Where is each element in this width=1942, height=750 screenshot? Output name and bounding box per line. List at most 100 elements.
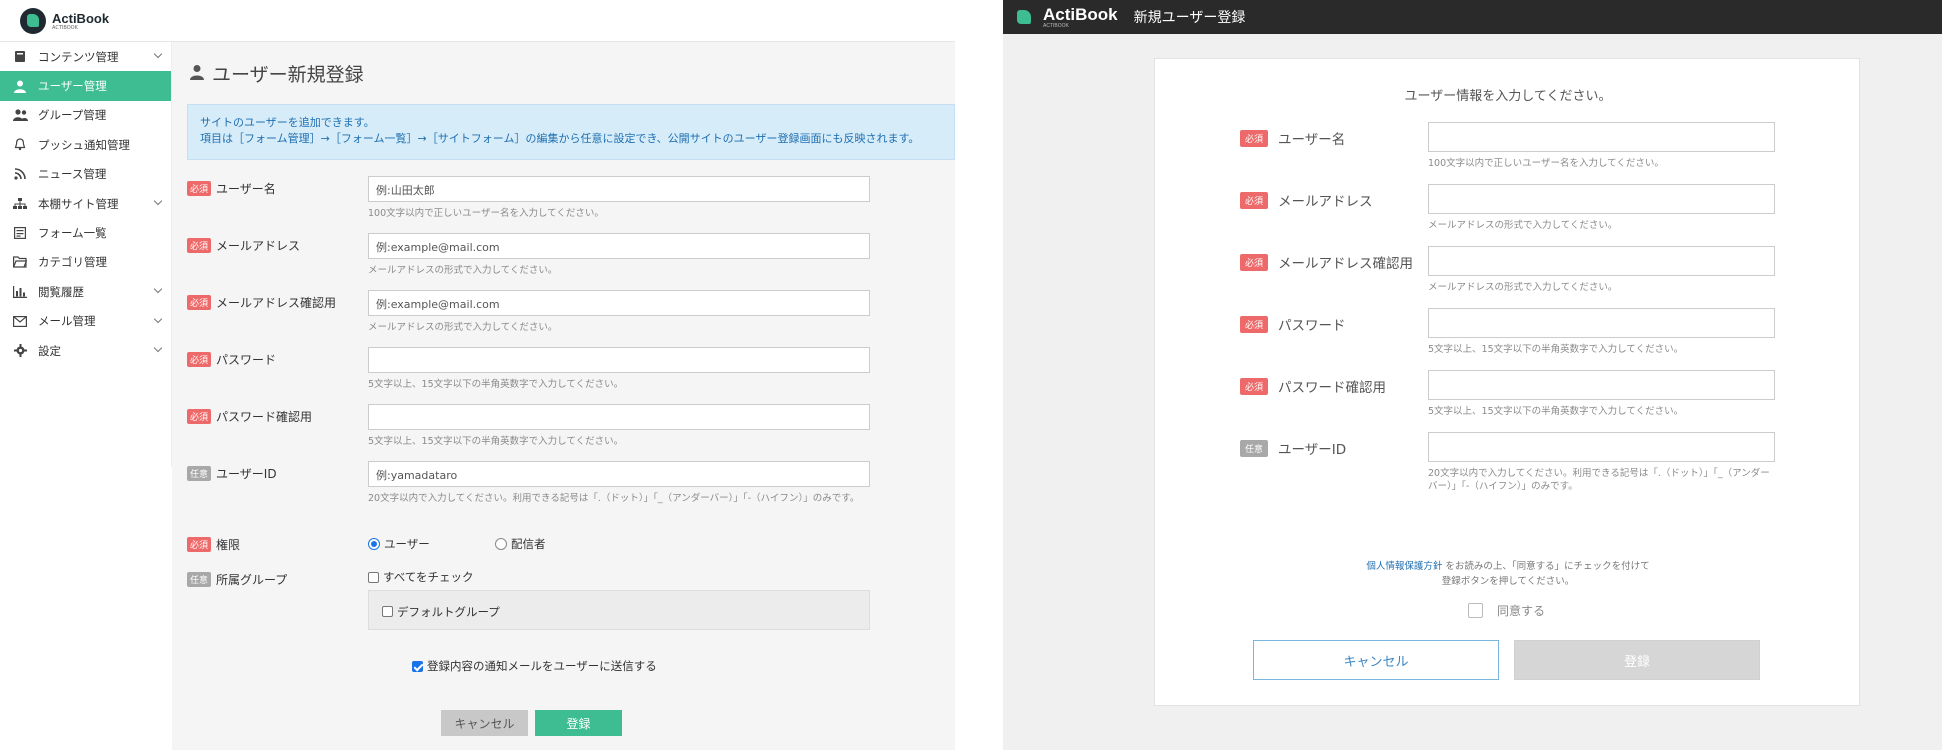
- notify-email-checkbox[interactable]: 登録内容の通知メールをユーザーに送信する: [412, 658, 657, 674]
- field-label: ユーザーID: [216, 467, 277, 481]
- field-help: 5文字以上、15文字以下の半角英数字で入力してください。: [368, 436, 624, 447]
- chevron-down-icon[interactable]: [153, 314, 163, 323]
- email-input[interactable]: [1428, 184, 1775, 214]
- logo-mark-icon: [20, 8, 46, 34]
- header-title: 新規ユーザー登録: [1133, 10, 1246, 26]
- user-id-input[interactable]: 例:yamadataro: [368, 461, 870, 487]
- radio-selected-icon: [368, 538, 380, 550]
- password-input[interactable]: [1428, 308, 1775, 338]
- field-help: 20文字以内で入力してください。利用できる記号は「.（ドット）」「_（アンダーバ…: [368, 493, 860, 504]
- privacy-notice-line-2: 登録ボタンを押してください。: [1441, 576, 1575, 587]
- chevron-down-icon[interactable]: [153, 49, 163, 59]
- field-label: ユーザー名: [1278, 132, 1346, 148]
- chevron-down-icon[interactable]: [153, 196, 163, 206]
- sidebar-item[interactable]: カテゴリ管理: [0, 248, 171, 277]
- role-radio-user[interactable]: ユーザー: [368, 536, 430, 552]
- field-help: メールアドレスの形式で入力してください。: [1428, 220, 1618, 231]
- field-label: パスワード確認用: [1278, 380, 1387, 396]
- sidebar-item-label: 閲覧履歴: [38, 284, 84, 299]
- mail-icon: [12, 314, 28, 328]
- sidebar-item-label: プッシュ通知管理: [38, 137, 130, 152]
- sidebar-item[interactable]: メール管理: [0, 307, 171, 336]
- checkbox-icon: [1468, 603, 1483, 618]
- field-label: 権限: [216, 538, 241, 552]
- password-confirm-input[interactable]: [1428, 370, 1775, 400]
- agree-checkbox[interactable]: 同意する: [1468, 602, 1545, 619]
- email-confirm-input[interactable]: [1428, 246, 1775, 276]
- sidebar-item-label: フォーム一覧: [38, 226, 107, 241]
- privacy-policy-link[interactable]: 個人情報保護方針: [1366, 561, 1442, 572]
- required-badge: 必須: [187, 181, 212, 196]
- sidebar-item[interactable]: フォーム一覧: [0, 218, 171, 247]
- chart-icon: [12, 285, 28, 299]
- actibook-logo[interactable]: ActiBook ACTIBOOK: [20, 8, 109, 34]
- privacy-notice: 個人情報保護方針 をお読みの上、「同意する」にチェックを付けて 登録ボタンを押し…: [1155, 559, 1861, 589]
- user-icon: [190, 63, 204, 85]
- sitemap-icon: [12, 197, 28, 211]
- privacy-notice-line-1: をお読みの上、「同意する」にチェックを付けて: [1445, 561, 1650, 572]
- sidebar-item[interactable]: ニュース管理: [0, 160, 171, 189]
- field-help: メールアドレスの形式で入力してください。: [368, 265, 558, 276]
- sidebar-item[interactable]: 本棚サイト管理: [0, 189, 171, 218]
- sidebar-item[interactable]: グループ管理: [0, 101, 171, 130]
- actibook-logo[interactable]: ActiBook ACTIBOOK: [1011, 3, 1118, 31]
- sidebar-item[interactable]: コンテンツ管理: [0, 42, 171, 71]
- field-help: メールアドレスの形式で入力してください。: [1428, 282, 1618, 293]
- form-icon: [12, 226, 28, 240]
- user-id-input[interactable]: [1428, 432, 1775, 462]
- rss-icon: [12, 167, 28, 181]
- optional-badge: 任意: [187, 466, 212, 481]
- password-confirm-input[interactable]: [368, 404, 870, 430]
- checkbox-label: すべてをチェック: [383, 570, 474, 584]
- sidebar-item[interactable]: ユーザー管理: [0, 71, 171, 101]
- field-label: メールアドレス確認用: [216, 296, 337, 310]
- page-title-text: ユーザー新規登録: [212, 64, 364, 86]
- cancel-button[interactable]: キャンセル: [441, 710, 528, 736]
- required-badge: 必須: [1240, 129, 1269, 147]
- check-all-checkbox[interactable]: すべてをチェック: [368, 569, 474, 585]
- gear-icon: [12, 344, 28, 358]
- field-help: 100文字以内で正しいユーザー名を入力してください。: [1428, 158, 1664, 169]
- register-button[interactable]: 登録: [1514, 640, 1760, 680]
- agree-label: 同意する: [1497, 604, 1546, 618]
- sidebar-item[interactable]: プッシュ通知管理: [0, 130, 171, 159]
- field-label: パスワード: [216, 353, 277, 367]
- username-input[interactable]: [1428, 122, 1775, 152]
- sidebar-item[interactable]: 設定: [0, 336, 171, 365]
- required-badge: 必須: [187, 409, 212, 424]
- cancel-button[interactable]: キャンセル: [1253, 640, 1499, 680]
- field-label: メールアドレス: [216, 239, 301, 253]
- field-label: パスワード: [1278, 318, 1346, 334]
- field-label: 所属グループ: [216, 573, 288, 587]
- bell-icon: [12, 138, 28, 152]
- register-button[interactable]: 登録: [535, 710, 622, 736]
- email-confirm-input[interactable]: 例:example@mail.com: [368, 290, 870, 316]
- radio-label: ユーザー: [384, 537, 430, 551]
- group-checkbox-default[interactable]: デフォルトグループ: [382, 604, 500, 620]
- field-help: 5文字以上、15文字以下の半角英数字で入力してください。: [368, 379, 624, 390]
- username-input[interactable]: 例:山田太郎: [368, 176, 870, 202]
- info-box: サイトのユーザーを追加できます。 項目は［フォーム管理］→［フォーム一覧］→［サ…: [187, 104, 955, 160]
- info-line-2: 項目は［フォーム管理］→［フォーム一覧］→［サイトフォーム］の編集から任意に設定…: [200, 132, 920, 145]
- logo-text: ActiBook: [1043, 4, 1118, 24]
- logo-subtext: ACTIBOOK: [52, 24, 78, 31]
- sidebar-item[interactable]: 閲覧履歴: [0, 277, 171, 306]
- password-input[interactable]: [368, 347, 870, 373]
- role-radio-distributor[interactable]: 配信者: [495, 536, 546, 552]
- required-badge: 必須: [1240, 377, 1269, 395]
- sidebar-item-label: 本棚サイト管理: [38, 196, 119, 211]
- field-label: ユーザー名: [216, 182, 276, 196]
- page-title: ユーザー新規登録: [190, 60, 364, 87]
- required-badge: 必須: [1240, 191, 1269, 209]
- optional-badge: 任意: [187, 572, 212, 587]
- chevron-down-icon[interactable]: [153, 284, 163, 294]
- required-badge: 必須: [187, 352, 212, 367]
- chevron-down-icon[interactable]: [153, 343, 163, 353]
- checkbox-label: 登録内容の通知メールをユーザーに送信する: [427, 659, 657, 673]
- main-content: ユーザー新規登録 サイトのユーザーを追加できます。 項目は［フォーム管理］→［フ…: [172, 42, 955, 750]
- sidebar-item-label: ユーザー管理: [38, 79, 107, 94]
- checkbox-icon: [382, 606, 393, 617]
- book-icon: [12, 50, 28, 64]
- users-icon: [12, 108, 28, 122]
- email-input[interactable]: 例:example@mail.com: [368, 233, 870, 259]
